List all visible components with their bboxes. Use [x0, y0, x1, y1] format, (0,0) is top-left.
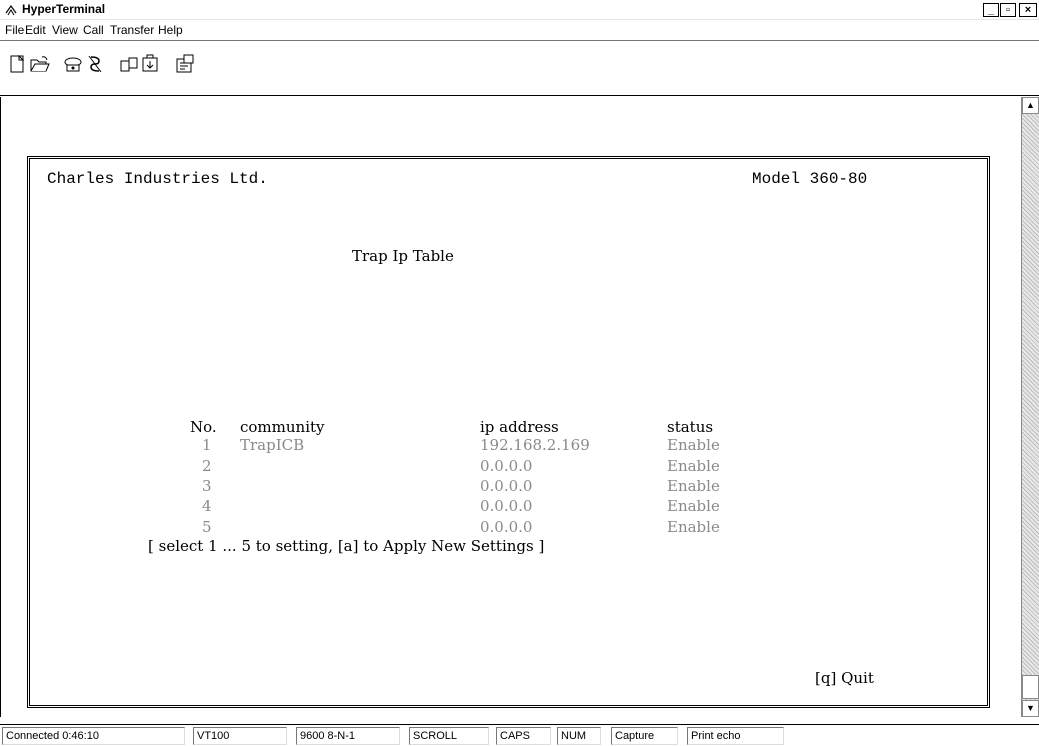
open-icon[interactable]	[28, 53, 50, 75]
scrollbar-thumb[interactable]	[1022, 675, 1039, 699]
minimize-button[interactable]: _	[983, 3, 999, 17]
row-no: 4	[202, 497, 212, 515]
window-title: HyperTerminal	[22, 2, 106, 16]
menu-edit[interactable]: Edit	[25, 23, 46, 37]
port-settings: 9600 8-N-1	[296, 727, 400, 745]
row-status: Enable	[667, 518, 720, 536]
disconnect-icon[interactable]	[84, 53, 106, 75]
column-header-community: community	[240, 418, 325, 436]
row-status: Enable	[667, 497, 720, 515]
connection-time: Connected 0:46:10	[2, 727, 185, 745]
status-bar: Connected 0:46:10 VT100 9600 8-N-1 SCROL…	[0, 724, 1039, 746]
connect-icon[interactable]	[62, 53, 84, 75]
company-name: Charles Industries Ltd.	[47, 170, 268, 188]
quit-hint: [q] Quit	[815, 669, 874, 687]
menu-view[interactable]: View	[52, 23, 78, 37]
scroll-indicator: SCROLL	[409, 727, 489, 745]
row-no: 2	[202, 457, 212, 475]
menu-bar: File Edit View Call Transfer Help	[0, 20, 1039, 40]
menu-help[interactable]: Help	[158, 23, 183, 37]
menu-call[interactable]: Call	[83, 23, 104, 37]
row-ip: 0.0.0.0	[480, 457, 533, 475]
num-indicator: NUM	[557, 727, 601, 745]
capture-indicator: Capture	[611, 727, 678, 745]
row-ip: 192.168.2.169	[480, 436, 590, 454]
column-header-status: status	[667, 418, 714, 436]
new-connection-icon[interactable]	[6, 53, 28, 75]
send-icon[interactable]	[118, 53, 140, 75]
model-label: Model 360-80	[752, 170, 868, 188]
row-no: 1	[202, 436, 212, 454]
row-community: TrapICB	[240, 436, 305, 454]
toolbar	[0, 40, 1039, 96]
row-no: 5	[202, 518, 212, 536]
row-ip: 0.0.0.0	[480, 477, 533, 495]
print-echo-indicator: Print echo	[687, 727, 784, 745]
row-status: Enable	[667, 436, 720, 454]
properties-icon[interactable]	[174, 53, 196, 75]
close-button[interactable]: ×	[1019, 3, 1037, 17]
column-header-no: No.	[190, 418, 217, 436]
hyperterminal-icon	[4, 3, 18, 17]
caps-indicator: CAPS	[496, 727, 551, 745]
scroll-up-icon[interactable]: ▲	[1022, 97, 1039, 114]
menu-transfer[interactable]: Transfer	[110, 23, 154, 37]
title-bar: HyperTerminal _ ▫ ×	[0, 0, 1039, 20]
row-status: Enable	[667, 457, 720, 475]
row-ip: 0.0.0.0	[480, 518, 533, 536]
row-ip: 0.0.0.0	[480, 497, 533, 515]
column-header-ip: ip address	[480, 418, 559, 436]
vertical-scrollbar[interactable]: ▲ ▼	[1021, 97, 1039, 717]
receive-icon[interactable]	[140, 53, 162, 75]
row-status: Enable	[667, 477, 720, 495]
row-no: 3	[202, 477, 212, 495]
scroll-down-icon[interactable]: ▼	[1022, 700, 1039, 717]
maximize-button[interactable]: ▫	[1000, 3, 1016, 17]
instructions-text: [ select 1 ... 5 to setting, [a] to Appl…	[148, 537, 545, 555]
emulation-mode: VT100	[193, 727, 287, 745]
screen-title: Trap Ip Table	[352, 247, 454, 265]
menu-file[interactable]: File	[5, 23, 24, 37]
